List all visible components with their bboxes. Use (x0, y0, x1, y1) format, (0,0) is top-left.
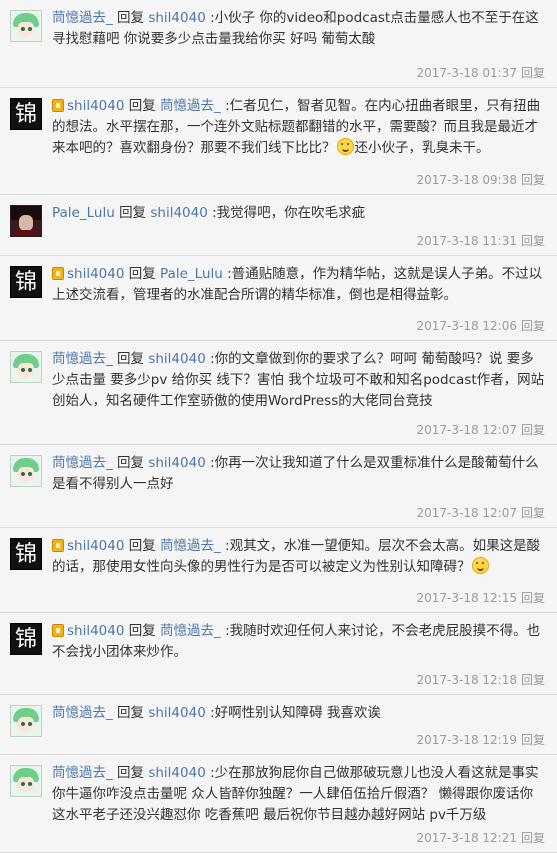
reply-word: 回复 (128, 98, 156, 114)
reply-target[interactable]: shil4040 (150, 205, 207, 221)
comment-item: 锦 shil4040 回复 茼憶過去_ :观其文，水准一望便知。层次不会太高。如… (0, 528, 557, 613)
comment-item: 锦 shil4040 回复 Pale_Lulu :普通贴随意，作为精华帖，这就是… (0, 256, 557, 341)
user-avatar[interactable]: 锦 (10, 623, 42, 655)
reply-target[interactable]: 茼憶過去_ (160, 538, 221, 554)
comment-item: Pale_Lulu 回复 shil4040 :我觉得吧，你在吹毛求疵 2017-… (0, 195, 557, 256)
reply-target[interactable]: shil4040 (148, 765, 205, 781)
user-avatar[interactable]: 锦 (10, 98, 42, 130)
comment-author[interactable]: 茼憶過去_ (52, 455, 113, 471)
vip-badge-icon (52, 539, 64, 552)
reply-link[interactable]: 回复 (521, 673, 545, 687)
reply-target[interactable]: shil4040 (148, 10, 205, 26)
user-avatar[interactable] (10, 765, 42, 797)
comment-time: 2017-3-18 12:21 (416, 831, 517, 845)
reply-word: 回复 (117, 455, 145, 471)
comment-time: 2017-3-18 12:06 (416, 319, 517, 333)
comment-item: 茼憶過去_ 回复 shil4040 :你的文章做到你的要求了么？呵呵 葡萄酸吗？… (0, 341, 557, 445)
comment-item: 锦 shil4040 回复 茼憶過去_ :仁者见仁，智者见智。在内心扭曲者眼里，… (0, 88, 557, 195)
smile-emoji-icon (471, 557, 489, 574)
user-avatar[interactable]: 锦 (10, 538, 42, 570)
comment-time: 2017-3-18 12:19 (416, 733, 517, 747)
reply-word: 回复 (119, 205, 147, 221)
comment-text: :普通贴随意，作为精华帖，这就是误人子弟。不过以上述交流看，管理者的水准配合所谓… (52, 266, 543, 303)
comment-item: 茼憶過去_ 回复 shil4040 :好啊性别认知障碍 我喜欢诶 2017-3-… (0, 695, 557, 755)
comment-item: 茼憶過去_ 回复 shil4040 :小伙子 你的video和podcast点击… (0, 0, 557, 88)
reply-word: 回复 (117, 351, 145, 367)
comment-text: :我觉得吧，你在吹毛求疵 (212, 205, 366, 221)
reply-target[interactable]: shil4040 (148, 455, 205, 471)
comment-text-tail: 还小伙子，乳臭未干。 (354, 140, 490, 156)
comment-item: 锦 shil4040 回复 茼憶過去_ :我随时欢迎任何人来讨论，不会老虎屁股摸… (0, 613, 557, 695)
user-avatar[interactable]: 锦 (10, 266, 42, 298)
comment-time: 2017-3-18 12:07 (416, 506, 517, 520)
reply-link[interactable]: 回复 (521, 173, 545, 187)
reply-link[interactable]: 回复 (521, 66, 545, 80)
comment-text: :我随时欢迎任何人来讨论，不会老虎屁股摸不得。也不会找小团体来炒作。 (52, 623, 541, 660)
reply-link[interactable]: 回复 (521, 591, 545, 605)
reply-word: 回复 (128, 538, 156, 554)
comment-text: :好啊性别认知障碍 我喜欢诶 (210, 705, 381, 721)
comment-author[interactable]: Pale_Lulu (52, 205, 115, 221)
comment-time: 2017-3-18 01:37 (416, 66, 517, 80)
reply-target[interactable]: shil4040 (148, 705, 205, 721)
reply-target[interactable]: 茼憶過去_ (160, 98, 221, 114)
comment-author[interactable]: 茼憶過去_ (52, 705, 113, 721)
reply-word: 回复 (117, 765, 145, 781)
comment-text: :观其文，水准一望便知。层次不会太高。如果这是酸的话，那使用女性向头像的男性行为… (52, 538, 541, 575)
reply-link[interactable]: 回复 (521, 733, 545, 747)
vip-badge-icon (52, 99, 64, 112)
reply-target[interactable]: Pale_Lulu (160, 266, 223, 282)
comment-item: 茼憶過去_ 回复 shil4040 :你再一次让我知道了什么是双重标准什么是酸葡… (0, 445, 557, 528)
reply-link[interactable]: 回复 (521, 506, 545, 520)
vip-badge-icon (52, 624, 64, 637)
reply-target[interactable]: 茼憶過去_ (160, 623, 221, 639)
comment-item: 茼憶過去_ 回复 shil4040 :少在那放狗屁你自己做那破玩意儿也没人看这就… (0, 755, 557, 853)
reply-word: 回复 (117, 705, 145, 721)
reply-word: 回复 (128, 266, 156, 282)
reply-link[interactable]: 回复 (521, 423, 545, 437)
comment-author[interactable]: 茼憶過去_ (52, 765, 113, 781)
comment-time: 2017-3-18 12:15 (416, 591, 517, 605)
comment-list: 茼憶過去_ 回复 shil4040 :小伙子 你的video和podcast点击… (0, 0, 557, 853)
user-avatar[interactable] (10, 351, 42, 383)
comment-time: 2017-3-18 09:38 (416, 173, 517, 187)
user-avatar[interactable] (10, 455, 42, 487)
reply-link[interactable]: 回复 (521, 831, 545, 845)
reply-link[interactable]: 回复 (521, 234, 545, 248)
comment-author[interactable]: shil4040 (67, 98, 124, 114)
comment-author[interactable]: 茼憶過去_ (52, 351, 113, 367)
comment-time: 2017-3-18 12:07 (416, 423, 517, 437)
user-avatar[interactable] (10, 10, 42, 42)
vip-badge-icon (52, 267, 64, 280)
reply-word: 回复 (128, 623, 156, 639)
comment-time: 2017-3-18 11:31 (416, 234, 517, 248)
reply-target[interactable]: shil4040 (148, 351, 205, 367)
reply-link[interactable]: 回复 (521, 319, 545, 333)
smile-emoji-icon (336, 138, 354, 155)
comment-time: 2017-3-18 12:18 (416, 673, 517, 687)
comment-author[interactable]: shil4040 (67, 266, 124, 282)
comment-author[interactable]: shil4040 (67, 538, 124, 554)
user-avatar[interactable] (10, 705, 42, 737)
comment-author[interactable]: shil4040 (67, 623, 124, 639)
comment-author[interactable]: 茼憶過去_ (52, 10, 113, 26)
user-avatar[interactable] (10, 205, 42, 237)
reply-word: 回复 (117, 10, 145, 26)
